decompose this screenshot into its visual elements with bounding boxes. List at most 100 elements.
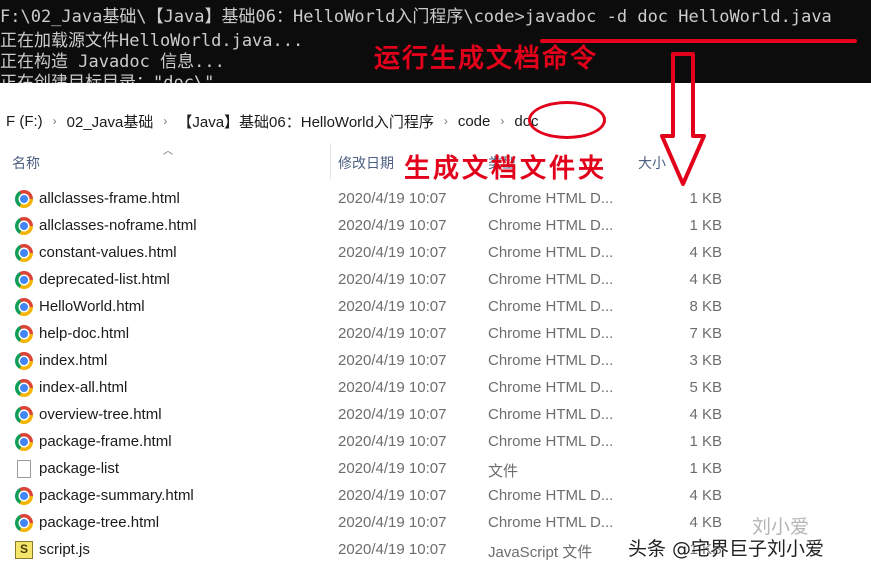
- file-size: 4 KB: [689, 271, 722, 288]
- chevron-right-icon[interactable]: ›: [159, 114, 171, 128]
- breadcrumb: F (F:) › 02_Java基础 › 【Java】基础06：HelloWor…: [0, 99, 871, 143]
- file-row[interactable]: script.js2020/4/19 10:07JavaScript 文件1 K…: [0, 536, 730, 563]
- breadcrumb-folder[interactable]: 02_Java基础: [61, 111, 160, 132]
- generated-folder-annotation: 生成文档文件夹: [404, 154, 608, 184]
- file-list-header: 名称 修改日期 类型 大小: [0, 143, 730, 179]
- file-row[interactable]: package-frame.html 2020/4/19 10:07 Chrome …: [0, 428, 730, 455]
- chrome-icon: [15, 298, 33, 316]
- file-type: Chrome HTML D...: [488, 352, 614, 369]
- file-name: index.html: [39, 352, 108, 369]
- file-name: package-list: [39, 460, 120, 477]
- file-size: 5 KB: [689, 379, 722, 396]
- console-output-line: 正在构造 Javadoc 信息...: [0, 52, 225, 72]
- file-row[interactable]: constant-values.html 2020/4/19 10:07 Chrom…: [0, 239, 730, 266]
- file-date: 2020/4/19 10:07: [338, 190, 447, 207]
- chrome-icon: [15, 514, 33, 532]
- file-date: 2020/4/19 10:07: [338, 460, 447, 477]
- sort-ascending-icon: ︿: [163, 146, 173, 157]
- file-row[interactable]: index.html 2020/4/19 10:07 Chrome HTML D..…: [0, 347, 730, 374]
- chevron-right-icon[interactable]: ›: [49, 114, 61, 128]
- file-size: 4 KB: [689, 514, 722, 531]
- chrome-icon: [15, 487, 33, 505]
- file-type: 文件: [488, 463, 519, 480]
- column-header-name[interactable]: 名称: [12, 153, 40, 173]
- file-type: Chrome HTML D...: [488, 406, 614, 423]
- file-row[interactable]: index-all.html 2020/4/19 10:07 Chrome HTML…: [0, 374, 730, 401]
- chrome-icon: [15, 217, 33, 235]
- chrome-icon: [15, 325, 33, 343]
- chrome-icon: [15, 271, 33, 289]
- file-row[interactable]: package-summary.html 2020/4/19 10:07 Chrom…: [0, 482, 730, 509]
- column-header-date[interactable]: 修改日期: [338, 153, 394, 173]
- chrome-icon: [15, 244, 33, 262]
- file-row[interactable]: package-tree.html 2020/4/19 10:07 Chrome H…: [0, 509, 730, 536]
- file-name: package-frame.html: [39, 433, 172, 450]
- file-name: index-all.html: [39, 379, 128, 396]
- file-type: Chrome HTML D...: [488, 190, 614, 207]
- file-name: deprecated-list.html: [39, 271, 170, 288]
- file-type: Chrome HTML D...: [488, 325, 614, 342]
- run-command-annotation: 运行生成文档命令: [374, 44, 599, 74]
- file-name: allclasses-frame.html: [39, 190, 180, 207]
- file-size: 1 KB: [689, 460, 722, 477]
- file-date: 2020/4/19 10:07: [338, 514, 447, 531]
- chevron-right-icon[interactable]: ›: [496, 114, 508, 128]
- file-row[interactable]: HelloWorld.html 2020/4/19 10:07 Chrome HTM…: [0, 293, 730, 320]
- file-name: help-doc.html: [39, 325, 130, 342]
- file-name: package-tree.html: [39, 514, 160, 531]
- file-date: 2020/4/19 10:07: [338, 271, 447, 288]
- file-name: overview-tree.html: [39, 406, 162, 423]
- file-size: 4 KB: [689, 487, 722, 504]
- file-name: constant-values.html: [39, 244, 177, 261]
- file-date: 2020/4/19 10:07: [338, 244, 447, 261]
- file-date: 2020/4/19 10:07: [338, 487, 447, 504]
- file-size: 4 KB: [689, 244, 722, 261]
- file-row[interactable]: allclasses-noframe.html 2020/4/19 10:07 Ch…: [0, 212, 730, 239]
- file-name: HelloWorld.html: [39, 298, 145, 315]
- file-type: JavaScript 文件: [488, 544, 593, 561]
- file-name: package-summary.html: [39, 487, 194, 504]
- file-type: Chrome HTML D...: [488, 433, 614, 450]
- file-row[interactable]: overview-tree.html 2020/4/19 10:07 Chrome …: [0, 401, 730, 428]
- file-type: Chrome HTML D...: [488, 379, 614, 396]
- command-underline-annotation: [540, 39, 857, 43]
- file-date: 2020/4/19 10:07: [338, 433, 447, 450]
- chrome-icon: [15, 433, 33, 451]
- file-size: 1 KB: [689, 217, 722, 234]
- breadcrumb-drive[interactable]: F (F:): [0, 113, 49, 130]
- chrome-icon: [15, 352, 33, 370]
- file-size: 8 KB: [689, 298, 722, 315]
- file-type: Chrome HTML D...: [488, 487, 614, 504]
- file-date: 2020/4/19 10:07: [338, 379, 447, 396]
- chevron-right-icon[interactable]: ›: [440, 114, 452, 128]
- breadcrumb-folder[interactable]: code: [452, 113, 497, 130]
- chrome-icon: [15, 406, 33, 424]
- file-date: 2020/4/19 10:07: [338, 298, 447, 315]
- file-size: 3 KB: [689, 352, 722, 369]
- watermark: 头条 @宅界巨子刘小爱: [628, 538, 825, 560]
- file-type: Chrome HTML D...: [488, 217, 614, 234]
- file-date: 2020/4/19 10:07: [338, 352, 447, 369]
- file-row[interactable]: package-list 2020/4/19 10:07 文件 1 KB: [0, 455, 730, 482]
- file-type: Chrome HTML D...: [488, 271, 614, 288]
- file-name: script.js: [39, 541, 90, 558]
- file-date: 2020/4/19 10:07: [338, 541, 447, 558]
- doc-icon: [17, 460, 31, 478]
- js-icon: [15, 541, 33, 559]
- file-row[interactable]: help-doc.html 2020/4/19 10:07 Chrome HTML …: [0, 320, 730, 347]
- file-size: 1 KB: [689, 433, 722, 450]
- file-size: 7 KB: [689, 325, 722, 342]
- column-divider[interactable]: [330, 143, 331, 179]
- file-date: 2020/4/19 10:07: [338, 325, 447, 342]
- chrome-icon: [15, 190, 33, 208]
- file-type: Chrome HTML D...: [488, 244, 614, 261]
- console-output-line: 正在加载源文件HelloWorld.java...: [0, 31, 304, 51]
- doc-folder-circle-annotation: [528, 101, 606, 139]
- file-row[interactable]: allclasses-frame.html 2020/4/19 10:07 Chro…: [0, 185, 730, 212]
- file-size: 4 KB: [689, 406, 722, 423]
- chrome-icon: [15, 379, 33, 397]
- arrow-down-icon: [660, 52, 706, 186]
- file-type: Chrome HTML D...: [488, 514, 614, 531]
- file-row[interactable]: deprecated-list.html 2020/4/19 10:07 Chrom…: [0, 266, 730, 293]
- breadcrumb-folder[interactable]: 【Java】基础06：HelloWorld入门程序: [171, 111, 439, 132]
